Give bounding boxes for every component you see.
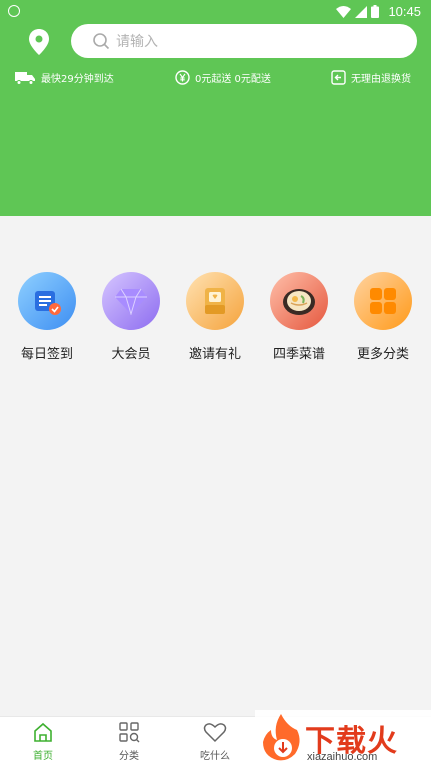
- category-more[interactable]: 更多分类: [343, 272, 423, 362]
- tab-label: 首页: [33, 751, 53, 762]
- watermark: 下载火 xiazaihuo.com: [255, 710, 431, 767]
- feature-returns: 无理由退换货: [331, 70, 411, 85]
- flame-logo-icon: [263, 714, 300, 761]
- feature-free-delivery: 0元起送 0元配送: [175, 70, 271, 85]
- tab-label: 吃什么: [200, 751, 230, 762]
- category-recipes[interactable]: 四季菜谱: [259, 272, 339, 362]
- battery-icon: [371, 5, 379, 18]
- feature-returns-label: 无理由退换货: [351, 74, 411, 85]
- search-bar[interactable]: 请输入: [71, 24, 417, 58]
- truck-icon: [15, 71, 35, 85]
- category-icon: [119, 722, 140, 743]
- heart-icon: [203, 723, 227, 743]
- category-daily-checkin[interactable]: 每日签到: [7, 272, 87, 362]
- category-vip[interactable]: 大会员: [91, 272, 171, 362]
- category-label: 更多分类: [356, 347, 409, 362]
- category-invite[interactable]: 邀请有礼: [175, 272, 255, 362]
- feature-free-delivery-label: 0元起送 0元配送: [195, 74, 271, 85]
- diamond-icon: [102, 272, 160, 330]
- search-icon: [93, 33, 110, 50]
- feature-delivery-label: 最快29分钟到达: [41, 74, 114, 85]
- tab-what-to-eat[interactable]: 吃什么: [180, 721, 250, 762]
- watermark-url: xiazaihuo.com: [307, 751, 378, 763]
- invitation-card-icon: [186, 272, 244, 330]
- category-label: 每日签到: [20, 347, 73, 362]
- tab-label: 分类: [119, 751, 139, 762]
- category-label: 四季菜谱: [272, 347, 325, 362]
- app-notification-icon: [8, 5, 20, 17]
- feature-delivery: 最快29分钟到达: [15, 70, 114, 85]
- category-label: 邀请有礼: [188, 347, 241, 362]
- features-row: 最快29分钟到达 0元起送 0元配送 无理由退换货: [0, 70, 431, 90]
- status-bar: 10:45: [0, 0, 431, 24]
- wifi-icon: [336, 5, 351, 18]
- location-pin-icon[interactable]: [26, 28, 52, 58]
- category-label: 大会员: [111, 347, 151, 362]
- return-icon: [331, 70, 346, 85]
- calendar-check-icon: [18, 272, 76, 330]
- noodle-bowl-icon: [270, 272, 328, 330]
- home-icon: [34, 722, 52, 742]
- yuan-icon: [175, 70, 190, 85]
- tab-home[interactable]: 首页: [8, 721, 78, 762]
- status-time: 10:45: [388, 4, 421, 19]
- header: 请输入 最快29分钟到达 0元起送 0元配送 无理由退换货: [0, 24, 431, 216]
- search-input[interactable]: 请输入: [116, 31, 158, 51]
- system-icons: [336, 5, 379, 18]
- signal-icon: [355, 5, 367, 18]
- grid-icon: [354, 272, 412, 330]
- tab-category[interactable]: 分类: [94, 721, 164, 762]
